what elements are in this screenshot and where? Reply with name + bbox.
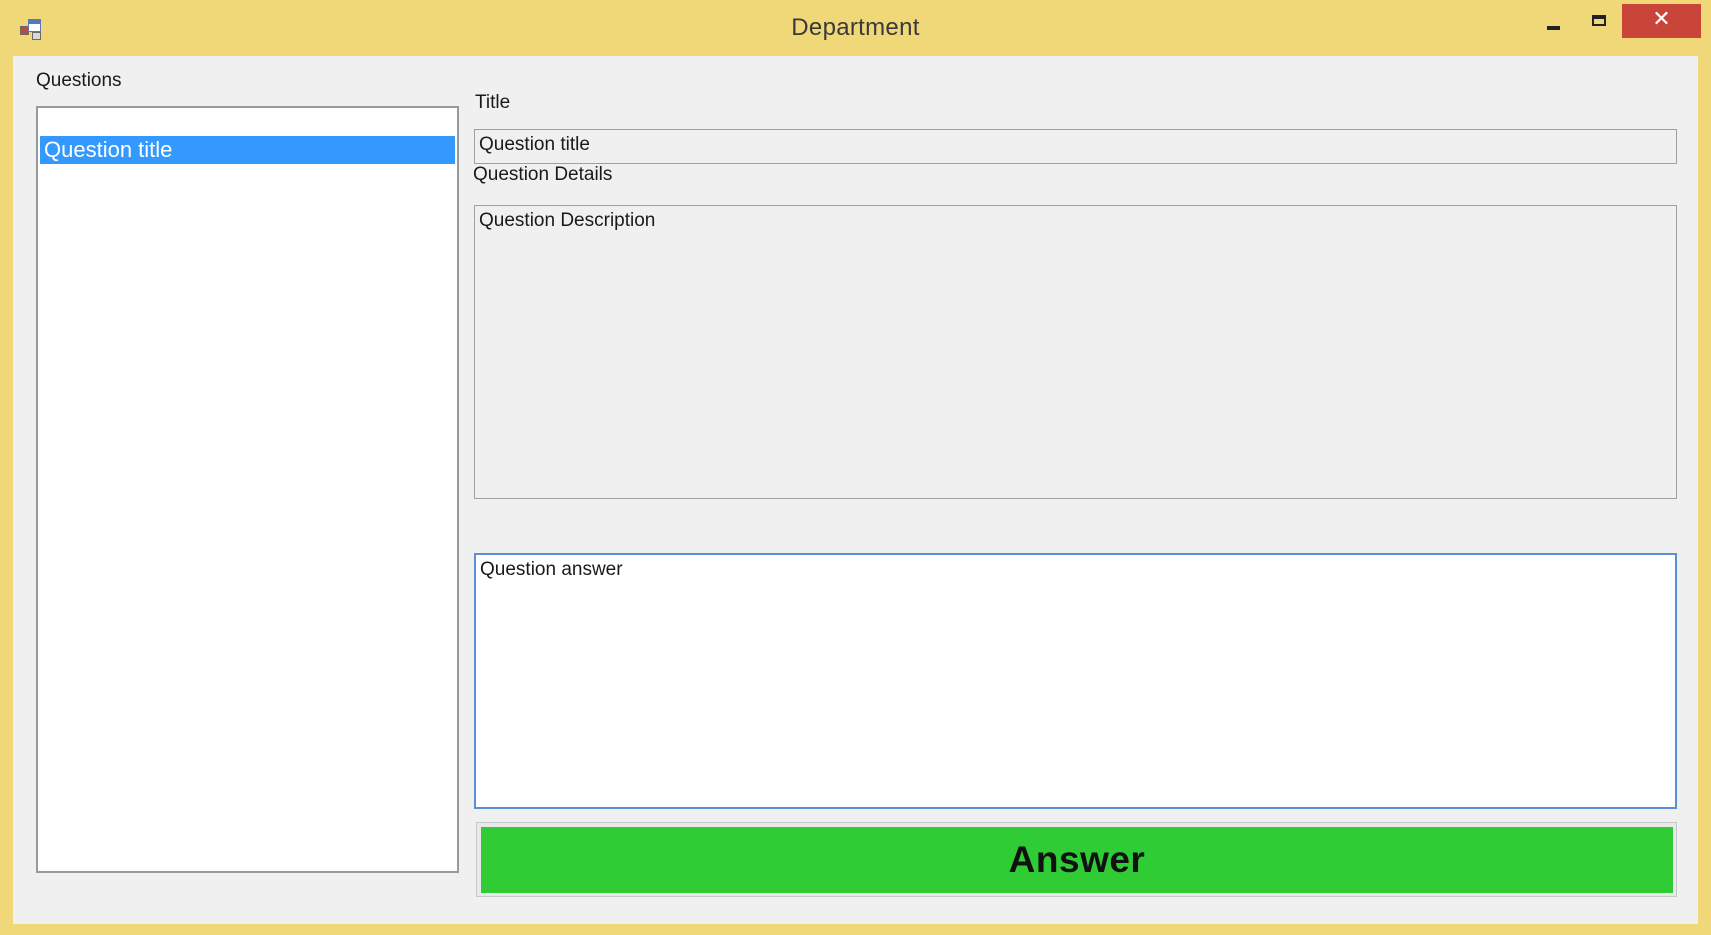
title-bar[interactable]: Department ✕ — [0, 0, 1711, 56]
questions-label: Questions — [36, 70, 122, 91]
form-client-area: Questions Question title Title Question … — [13, 56, 1698, 924]
question-details-label: Question Details — [473, 164, 613, 185]
title-field[interactable]: Question title — [474, 129, 1677, 164]
window-title: Department — [791, 14, 920, 41]
maximize-button[interactable] — [1576, 4, 1622, 38]
title-label: Title — [475, 92, 511, 113]
minimize-icon — [1546, 26, 1560, 30]
questions-listbox[interactable]: Question title — [36, 106, 459, 873]
list-item[interactable]: Question title — [40, 136, 455, 164]
close-icon: ✕ — [1652, 7, 1671, 32]
department-window: Department ✕ Questions Question title Ti… — [0, 0, 1711, 935]
answer-button[interactable]: Answer — [481, 827, 1673, 893]
question-details-field[interactable]: Question Description — [474, 205, 1677, 499]
answer-textarea[interactable]: Question answer — [474, 553, 1677, 809]
close-button[interactable]: ✕ — [1622, 4, 1701, 38]
minimize-button[interactable] — [1530, 4, 1576, 38]
maximize-icon — [1592, 14, 1606, 26]
